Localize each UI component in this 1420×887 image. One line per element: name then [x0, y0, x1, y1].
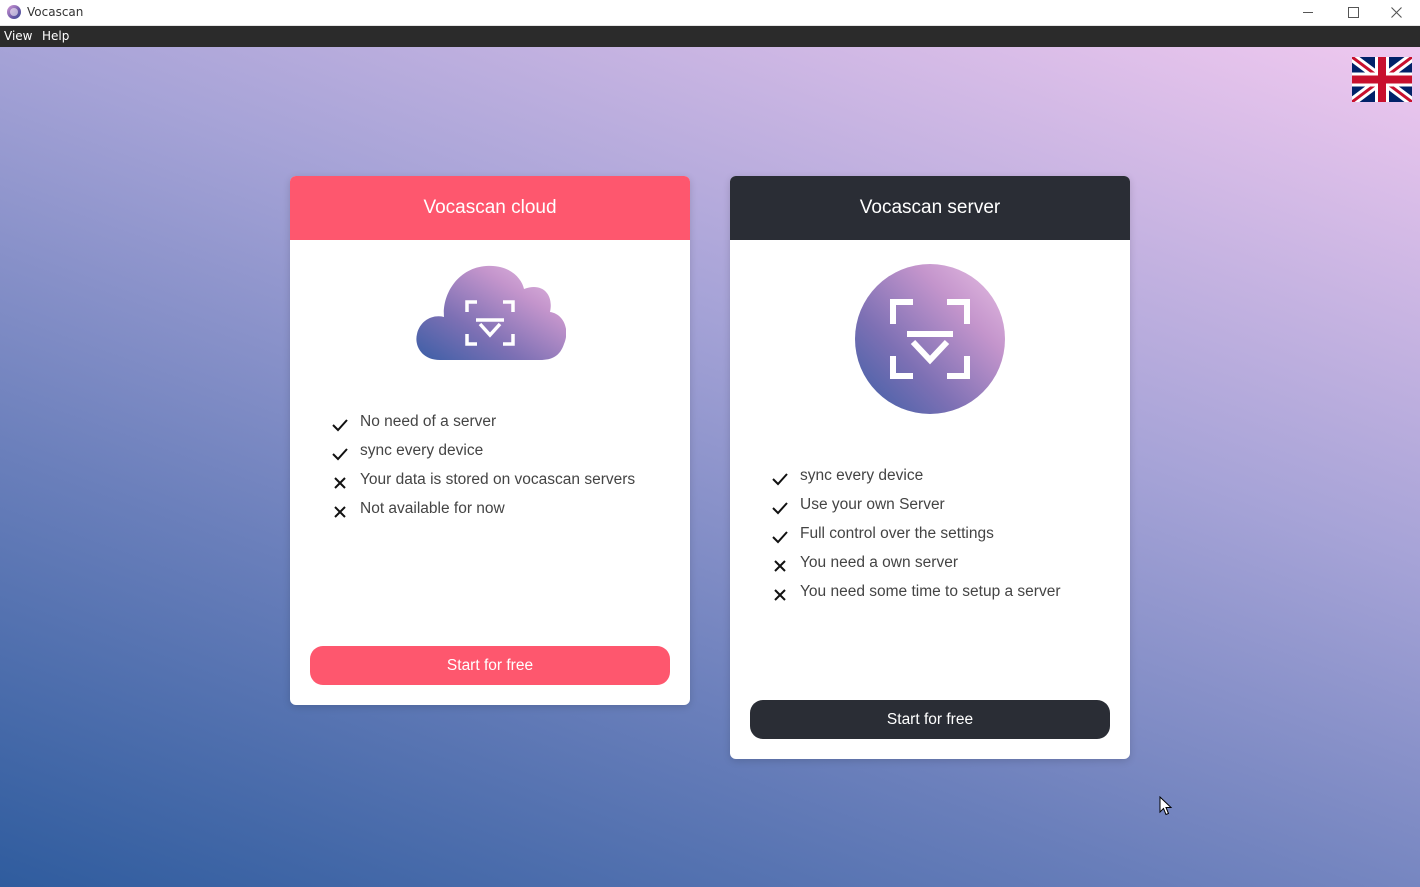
menu-bar: View Help: [0, 26, 1420, 47]
feature-text: Not available for now: [360, 500, 505, 517]
cloud-logo-icon: [416, 265, 566, 360]
feature-text: Your data is stored on vocascan servers: [360, 471, 636, 488]
cross-icon: [334, 477, 346, 489]
feature-text: sync every device: [360, 442, 484, 459]
feature-text: No need of a server: [360, 413, 497, 430]
maximize-button[interactable]: [1330, 0, 1376, 26]
cross-icon: [334, 506, 346, 518]
cloud-card-title: Vocascan cloud: [290, 176, 690, 240]
uk-flag-icon[interactable]: [1352, 57, 1412, 102]
menu-view[interactable]: View: [4, 29, 32, 43]
minimize-icon: [1303, 12, 1313, 13]
server-card: Vocascan server sync every device Use yo…: [730, 176, 1130, 759]
cross-icon: [774, 589, 786, 601]
check-icon: [332, 448, 348, 461]
server-logo-icon: [855, 264, 1005, 414]
maximize-icon: [1348, 7, 1359, 18]
close-icon: [1391, 7, 1402, 18]
check-icon: [772, 531, 788, 544]
check-icon: [772, 502, 788, 515]
server-card-title: Vocascan server: [730, 176, 1130, 240]
server-start-button[interactable]: Start for free: [750, 700, 1110, 739]
feature-text: You need some time to setup a server: [800, 583, 1061, 600]
app-logo-icon: [7, 5, 21, 19]
feature-text: You need a own server: [800, 554, 958, 571]
close-button[interactable]: [1374, 0, 1420, 26]
cloud-start-button[interactable]: Start for free: [310, 646, 670, 685]
minimize-button[interactable]: [1285, 0, 1331, 26]
mouse-pointer-icon: [1159, 796, 1173, 816]
feature-text: Full control over the settings: [800, 525, 994, 542]
feature-text: sync every device: [800, 467, 924, 484]
window-title: Vocascan: [27, 5, 84, 19]
title-bar: Vocascan: [0, 0, 1420, 26]
main-content: Vocascan cloud No need of a server sync …: [0, 47, 1420, 887]
cloud-card: Vocascan cloud No need of a server sync …: [290, 176, 690, 705]
menu-help[interactable]: Help: [42, 29, 69, 43]
check-icon: [332, 419, 348, 432]
cross-icon: [774, 560, 786, 572]
check-icon: [772, 473, 788, 486]
feature-text: Use your own Server: [800, 496, 945, 513]
